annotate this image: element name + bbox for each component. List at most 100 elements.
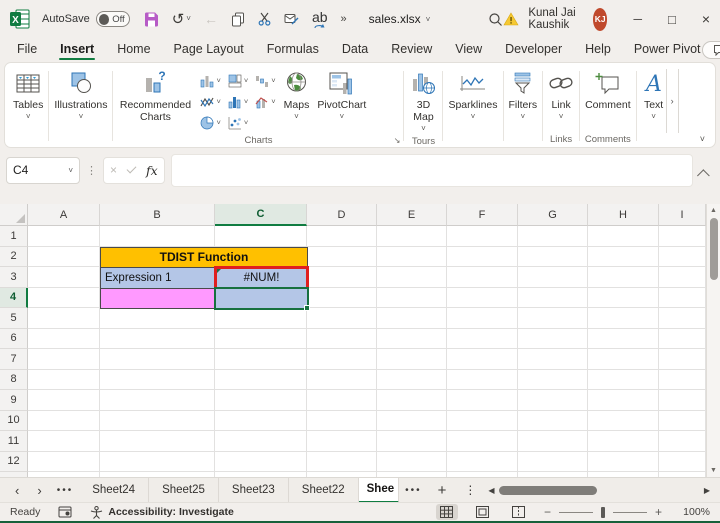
- cell-E7[interactable]: [377, 349, 447, 370]
- cell-E3[interactable]: [377, 267, 447, 288]
- cell-I3[interactable]: [659, 267, 706, 288]
- new-sheet-button[interactable]: +: [428, 482, 457, 499]
- cell-G10[interactable]: [518, 410, 588, 431]
- column-header-E[interactable]: E: [377, 204, 447, 226]
- menu-tab-insert[interactable]: Insert: [59, 40, 96, 60]
- cell-C1[interactable]: [215, 226, 307, 247]
- cell-H4[interactable]: [588, 287, 659, 308]
- cell-C3[interactable]: #NUM!: [214, 266, 309, 290]
- comments-button[interactable]: Comments: [701, 41, 720, 59]
- cell-H12[interactable]: [588, 451, 659, 472]
- tables-button[interactable]: Tables ˅: [9, 67, 47, 123]
- cell-D9[interactable]: [307, 390, 377, 411]
- 3d-map-button[interactable]: 3D Map ˅: [405, 67, 441, 135]
- cell-C4[interactable]: [214, 286, 310, 311]
- cell-I2[interactable]: [659, 246, 706, 267]
- cell-D5[interactable]: [307, 308, 377, 329]
- cell-C10[interactable]: [215, 410, 307, 431]
- menu-tab-page-layout[interactable]: Page Layout: [173, 40, 245, 60]
- insert-function-button[interactable]: fx: [146, 163, 158, 178]
- cell-F11[interactable]: [447, 431, 518, 452]
- cell-A5[interactable]: [28, 308, 100, 329]
- line-chart-button[interactable]: ˅: [200, 91, 221, 112]
- cell-B1[interactable]: [100, 226, 215, 247]
- comment-button[interactable]: Comment: [581, 67, 635, 113]
- cell-A6[interactable]: [28, 328, 100, 349]
- cell-C12[interactable]: [215, 451, 307, 472]
- column-header-H[interactable]: H: [588, 204, 659, 226]
- scroll-left-icon[interactable]: ◀: [488, 486, 494, 495]
- column-header-I[interactable]: I: [659, 204, 706, 226]
- zoom-slider-handle[interactable]: [600, 506, 605, 518]
- zoom-out-button[interactable]: −: [544, 505, 551, 519]
- cut-button[interactable]: [258, 12, 271, 26]
- cell-B9[interactable]: [100, 390, 215, 411]
- row-header-3[interactable]: 3: [0, 267, 28, 288]
- cell-F5[interactable]: [447, 308, 518, 329]
- autosave-switch[interactable]: Off: [95, 11, 130, 27]
- cell-C7[interactable]: [215, 349, 307, 370]
- cell-F3[interactable]: [447, 267, 518, 288]
- menu-tab-file[interactable]: File: [16, 40, 38, 60]
- row-header-11[interactable]: 11: [0, 431, 28, 452]
- cell-C8[interactable]: [215, 369, 307, 390]
- cell-D1[interactable]: [307, 226, 377, 247]
- cell-F6[interactable]: [447, 328, 518, 349]
- spreadsheet-grid[interactable]: ABCDEFGHI 12345678910111213 TDIST Functi…: [0, 204, 706, 477]
- cell-C6[interactable]: [215, 328, 307, 349]
- row-header-10[interactable]: 10: [0, 410, 28, 431]
- expand-formula-bar-icon[interactable]: [697, 168, 710, 182]
- column-header-C[interactable]: C: [215, 204, 307, 226]
- menu-tab-formulas[interactable]: Formulas: [266, 40, 320, 60]
- recommended-charts-button[interactable]: ? Recommended Charts: [114, 67, 196, 125]
- row-header-6[interactable]: 6: [0, 328, 28, 349]
- sheet-tab-sheet23[interactable]: Sheet23: [219, 477, 289, 503]
- cell-B6[interactable]: [100, 328, 215, 349]
- scroll-right-icon[interactable]: ▶: [704, 486, 710, 495]
- cell-A12[interactable]: [28, 451, 100, 472]
- undo-button[interactable]: ↺ ˅: [172, 12, 191, 27]
- cell-G7[interactable]: [518, 349, 588, 370]
- cell-H2[interactable]: [588, 246, 659, 267]
- pivotchart-button[interactable]: PivotChart ˅: [313, 67, 370, 123]
- all-sheets-button[interactable]: •••: [51, 485, 80, 496]
- row-header-2[interactable]: 2: [0, 246, 28, 267]
- row-header-12[interactable]: 12: [0, 451, 28, 472]
- menu-tab-help[interactable]: Help: [584, 40, 612, 60]
- cell-D10[interactable]: [307, 410, 377, 431]
- cell-I4[interactable]: [659, 287, 706, 308]
- menu-tab-developer[interactable]: Developer: [504, 40, 563, 60]
- row-header-7[interactable]: 7: [0, 349, 28, 370]
- cell-G11[interactable]: [518, 431, 588, 452]
- combo-chart-button[interactable]: ˅: [255, 91, 276, 112]
- name-box[interactable]: C4 ˅: [6, 156, 80, 184]
- cell-H10[interactable]: [588, 410, 659, 431]
- cell-H6[interactable]: [588, 328, 659, 349]
- formula-input[interactable]: [170, 153, 693, 187]
- cell-E12[interactable]: [377, 451, 447, 472]
- link-button[interactable]: Link ˅: [544, 67, 578, 123]
- treemap-chart-button[interactable]: ˅: [228, 70, 248, 91]
- vertical-scrollbar[interactable]: ▲ ▼: [706, 204, 720, 477]
- horizontal-scroll-thumb[interactable]: [498, 485, 598, 495]
- cell-H7[interactable]: [588, 349, 659, 370]
- cell-H1[interactable]: [588, 226, 659, 247]
- cell-E1[interactable]: [377, 226, 447, 247]
- cell-A9[interactable]: [28, 390, 100, 411]
- cell-B12[interactable]: [100, 451, 215, 472]
- cell-D12[interactable]: [307, 451, 377, 472]
- cell-A10[interactable]: [28, 410, 100, 431]
- cell-E8[interactable]: [377, 369, 447, 390]
- cell-D3[interactable]: [307, 267, 377, 288]
- filters-button[interactable]: Filters ˅: [505, 67, 542, 123]
- menu-tab-home[interactable]: Home: [116, 40, 151, 60]
- search-icon[interactable]: [488, 12, 503, 27]
- cell-I5[interactable]: [659, 308, 706, 329]
- cell-C5[interactable]: [215, 308, 307, 329]
- cell-D11[interactable]: [307, 431, 377, 452]
- cell-F7[interactable]: [447, 349, 518, 370]
- more-commands-button[interactable]: »: [341, 13, 347, 25]
- cell-G2[interactable]: [518, 246, 588, 267]
- next-sheet-button[interactable]: ›: [28, 483, 50, 498]
- page-layout-view-button[interactable]: [472, 504, 494, 520]
